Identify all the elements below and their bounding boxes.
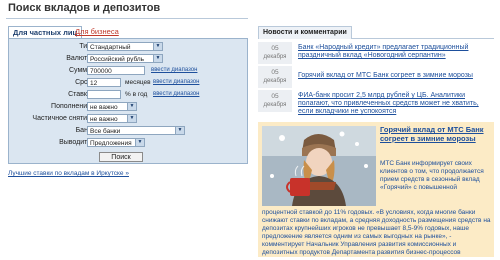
date-month: декабря — [263, 54, 287, 60]
topup-select[interactable]: не важно ▼ — [87, 102, 137, 111]
type-value: Стандартный — [90, 44, 131, 51]
topup-label: Пополнение — [51, 103, 91, 110]
row-term: Срок 12 месяцев ввести диапазон — [9, 78, 247, 88]
term-input[interactable]: 12 — [87, 78, 121, 87]
news-link[interactable]: ФИА-банк просит 2,5 млрд рублей у ЦБ. Ан… — [298, 92, 494, 116]
show-value: Предложения — [90, 140, 132, 147]
news-item: 05 декабря Горячий вклад от МТС Банк сог… — [258, 66, 494, 92]
woman-with-mug-image — [262, 126, 376, 206]
date-day: 05 — [271, 93, 279, 100]
date-day: 05 — [271, 69, 279, 76]
row-currency: Валюта Российский рубль ▼ — [9, 54, 247, 64]
chevron-down-icon: ▼ — [175, 127, 184, 134]
featured-photo[interactable] — [262, 126, 376, 206]
news-date: 05 декабря — [258, 42, 292, 64]
news-header: Новости и комментарии — [258, 26, 494, 39]
term-unit: месяцев — [125, 79, 151, 86]
row-partial: Частичное снятие не важно ▼ — [9, 114, 247, 124]
chevron-down-icon: ▼ — [153, 55, 162, 62]
row-rate: Ставка % в год ввести диапазон — [9, 90, 247, 100]
row-amount: Сумма 700000 ввести диапазон — [9, 66, 247, 76]
rate-unit: % в год — [125, 91, 148, 98]
row-show: Выводить Предложения ▼ — [9, 138, 247, 148]
row-bank: Банк Все банки ▼ — [9, 126, 247, 136]
chevron-down-icon: ▼ — [127, 115, 136, 122]
chevron-down-icon: ▼ — [135, 139, 144, 146]
date-month: декабря — [263, 78, 287, 84]
amount-value: 700000 — [90, 68, 112, 75]
currency-value: Российский рубль — [90, 56, 145, 63]
news-link[interactable]: Банк «Народный кредит» предлагает традиц… — [298, 44, 494, 60]
bank-value: Все банки — [90, 128, 121, 135]
partial-label: Частичное снятие — [32, 115, 91, 122]
rate-input[interactable] — [87, 90, 121, 99]
date-month: декабря — [263, 102, 287, 108]
currency-select[interactable]: Российский рубль ▼ — [87, 54, 163, 63]
partial-select[interactable]: не важно ▼ — [87, 114, 137, 123]
featured-news: Горячий вклад от МТС Банк согреет в зимн… — [258, 122, 494, 257]
search-button[interactable]: Поиск — [99, 152, 143, 162]
date-day: 05 — [271, 45, 279, 52]
row-topup: Пополнение не важно ▼ — [9, 102, 247, 112]
type-select[interactable]: Стандартный ▼ — [87, 42, 163, 51]
news-item: 05 декабря ФИА-банк просит 2,5 млрд рубл… — [258, 90, 494, 116]
title-divider — [6, 18, 248, 19]
deposit-search-form: Тип Стандартный ▼ Валюта Российский рубл… — [8, 38, 248, 164]
best-rates-link[interactable]: Лучшие ставки по вкладам в Иркутске » — [8, 170, 129, 177]
featured-body: процентной ставкой до 11% годовых. «В ус… — [262, 209, 491, 256]
tab-business[interactable]: Для бизнеса — [71, 26, 123, 38]
topup-value: не важно — [90, 104, 118, 111]
news-title: Новости и комментарии — [258, 26, 352, 39]
bank-select[interactable]: Все банки ▼ — [87, 126, 185, 135]
news-item: 05 декабря Банк «Народный кредит» предла… — [258, 42, 494, 68]
news-date: 05 декабря — [258, 90, 292, 112]
news-date: 05 декабря — [258, 66, 292, 88]
featured-intro: МТС Банк информирует своих клиентов о то… — [380, 160, 484, 191]
amount-range-link[interactable]: ввести диапазон — [151, 67, 197, 73]
news-link[interactable]: Горячий вклад от МТС Банк согреет в зимн… — [298, 72, 494, 80]
term-range-link[interactable]: ввести диапазон — [153, 79, 199, 85]
chevron-down-icon: ▼ — [153, 43, 162, 50]
featured-title[interactable]: Горячий вклад от МТС Банк согреет в зимн… — [380, 125, 492, 143]
chevron-down-icon: ▼ — [127, 103, 136, 110]
amount-input[interactable]: 700000 — [87, 66, 145, 75]
rate-range-link[interactable]: ввести диапазон — [153, 91, 199, 97]
page-title: Поиск вкладов и депозитов — [8, 2, 161, 14]
show-select[interactable]: Предложения ▼ — [87, 138, 145, 147]
partial-value: не важно — [90, 116, 118, 123]
row-type: Тип Стандартный ▼ — [9, 42, 247, 52]
term-value: 12 — [90, 80, 98, 87]
